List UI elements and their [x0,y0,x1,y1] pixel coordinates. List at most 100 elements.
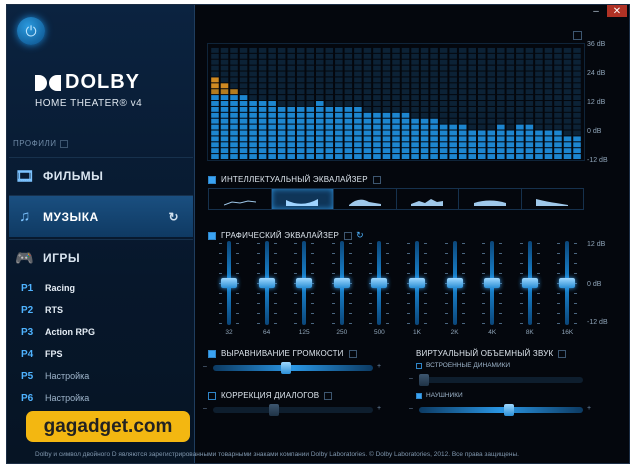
eq-preset-3[interactable] [334,189,397,209]
slider-thumb[interactable] [503,404,514,416]
eq-tick [219,323,222,324]
eq-tick [386,243,390,244]
eq-thumb[interactable] [258,278,275,288]
power-button[interactable]: ⏻ [17,17,45,45]
preset-p2[interactable]: P2 RTS [21,305,63,316]
intelligent-eq-presets [208,188,584,210]
eq-preset-1[interactable] [209,189,272,209]
speakers-checkbox[interactable] [416,362,422,369]
viz-db-label: 12 dB [587,99,606,106]
info-icon[interactable] [372,175,381,184]
eq-tick [461,303,465,304]
viz-db-label: -12 dB [587,157,608,164]
spectrum-bar [487,47,496,160]
eq-tick [482,293,486,294]
eq-thumb[interactable] [484,278,501,288]
speakers-option[interactable]: ВСТРОЕННЫЕ ДИНАМИКИ [416,362,510,369]
eq-tick [536,313,540,314]
slider-thumb[interactable] [419,374,429,386]
eq-tick [444,323,448,324]
info-icon[interactable] [60,139,69,148]
preset-p4[interactable]: P4 FPS [21,349,63,360]
eq-tick [444,243,448,244]
eq-tick [499,303,503,304]
visualizer-toggle[interactable] [573,31,582,40]
eq-freq-label: 16K [561,329,574,336]
viz-db-label: 24 dB [587,70,606,77]
eq-band-1K[interactable]: 1K [404,237,430,337]
eq-thumb[interactable] [333,278,350,288]
intelligent-eq-checkbox[interactable] [208,175,216,184]
eq-band-2K[interactable]: 2K [442,237,468,337]
info-icon[interactable] [558,349,567,358]
dialog-enhancer-slider[interactable] [213,404,373,416]
eq-tick [574,323,578,324]
preset-label: Racing [45,283,76,293]
eq-preset-4[interactable] [397,189,459,209]
eq-band-64[interactable]: 64 [254,237,280,337]
profile-music[interactable]: ♫ МУЗЫКА ↻ [9,195,193,237]
eq-thumb[interactable] [371,278,388,288]
eq-tick [386,323,390,324]
spectrum-bar [382,47,391,160]
eq-tick [386,263,390,264]
slider-thumb[interactable] [280,362,291,374]
eq-tick [444,273,448,274]
eq-thumb[interactable] [409,278,425,288]
spectrum-bar [335,47,343,160]
preset-p6[interactable]: P6 Настройка [21,393,89,404]
eq-band-250[interactable]: 250 [329,237,355,337]
headphones-checkbox[interactable] [416,392,422,399]
eq-tick [273,303,277,304]
eq-preset-5[interactable] [459,189,522,209]
eq-tick [273,273,277,274]
volume-leveler-checkbox[interactable] [208,349,216,358]
dialog-enhancer-header: КОРРЕКЦИЯ ДИАЛОГОВ [208,391,333,400]
eq-tick [311,303,315,304]
eq-tick [519,273,523,274]
spectrum-bar [573,47,581,160]
dialog-enhancer-checkbox[interactable] [208,391,216,400]
speakers-slider[interactable] [419,374,583,386]
eq-thumb[interactable] [521,278,538,288]
info-icon[interactable] [324,391,333,400]
eq-band-125[interactable]: 125 [291,237,317,337]
eq-tick [219,253,222,254]
info-icon[interactable] [348,349,357,358]
eq-thumb[interactable] [446,278,463,288]
eq-band-32[interactable]: 32 [216,237,242,337]
eq-band-4K[interactable]: 4K [479,237,505,337]
reset-icon[interactable]: ↻ [168,210,179,224]
eq-db-label: 0 dB [587,281,602,288]
eq-thumb[interactable] [559,278,576,288]
eq-thumb[interactable] [221,278,237,288]
eq-db-label: 12 dB [587,241,606,248]
eq-tick [311,263,315,264]
eq-band-500[interactable]: 500 [366,237,392,337]
eq-tick [536,263,540,264]
eq-freq-label: 1K [413,329,421,336]
minimize-button[interactable]: – [588,5,604,17]
spectrum-bar [430,47,438,160]
eq-tick [273,253,277,254]
preset-p1[interactable]: P1 Racing [21,283,75,294]
eq-thumb[interactable] [296,278,313,288]
slider-thumb[interactable] [268,404,279,416]
main-panel: – ✕ 36 dB 24 dB 12 dB 0 dB -12 dB ИНТЕЛЛ… [195,5,629,463]
close-button[interactable]: ✕ [607,5,627,17]
eq-tick [256,293,260,294]
volume-leveler-slider[interactable] [213,362,373,374]
eq-band-8K[interactable]: 8K [517,237,543,337]
preset-p3[interactable]: P3 Action RPG [21,327,95,338]
headphones-slider[interactable] [419,404,583,416]
eq-preset-2[interactable] [271,189,334,209]
eq-band-16K[interactable]: 16K [554,237,580,337]
eq-preset-6[interactable] [522,189,584,209]
preset-p5[interactable]: P5 Настройка [21,371,89,382]
headphones-option[interactable]: НАУШНИКИ [416,392,463,399]
profile-games[interactable]: 🎮 ИГРЫ [9,239,193,275]
spectrum-bar [268,47,276,160]
eq-tick [574,253,578,254]
profile-movies[interactable]: 🎞 ФИЛЬМЫ [9,157,193,193]
eq-tick [369,253,373,254]
